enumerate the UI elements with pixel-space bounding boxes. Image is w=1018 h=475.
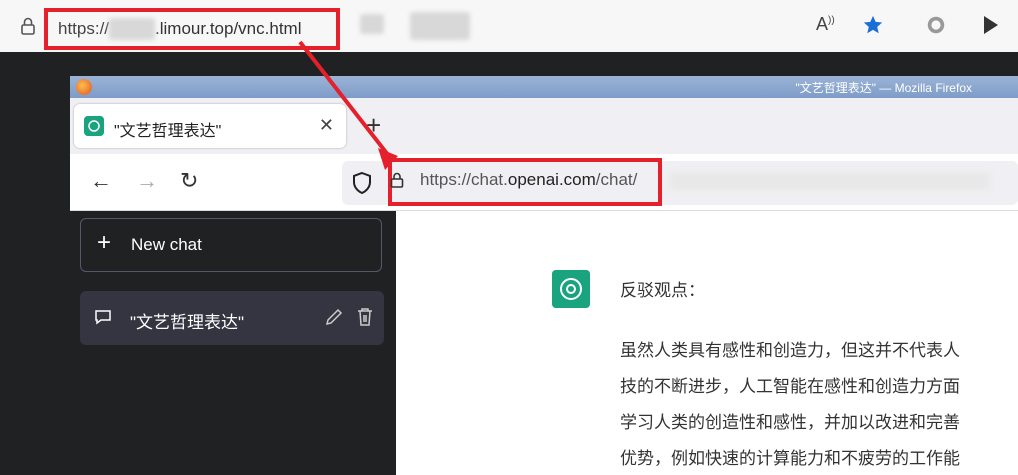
- outer-url-domain: .limour.top/vnc.html: [155, 19, 302, 38]
- chatgpt-logo-icon: [84, 116, 104, 136]
- read-aloud-icon[interactable]: A)): [816, 14, 835, 35]
- chatgpt-avatar-icon: [552, 270, 590, 308]
- message-line: 学习人类的创造性和感性，并加以改进和完善: [620, 413, 960, 432]
- redacted-blur: [410, 12, 470, 40]
- close-icon[interactable]: ✕: [319, 115, 334, 136]
- forward-button[interactable]: →: [136, 168, 158, 194]
- new-chat-button[interactable]: + New chat: [80, 218, 382, 272]
- inner-url-text: https://chat.openai.com/chat/: [420, 170, 637, 190]
- url-path: /chat/: [595, 170, 638, 189]
- shield-icon[interactable]: [350, 171, 374, 195]
- outer-address-bar[interactable]: https:// .limour.top/vnc.html: [44, 8, 340, 50]
- message-line: 反驳观点：: [620, 281, 705, 300]
- sidebar-item-chat[interactable]: "文艺哲理表达": [80, 291, 384, 345]
- chat-sidebar: + New chat "文艺哲理表达": [70, 211, 396, 475]
- outer-browser-toolbar: https:// .limour.top/vnc.html A)): [0, 0, 1018, 52]
- trash-icon[interactable]: [356, 307, 374, 327]
- tab-bar: "文艺哲理表达" ✕ +: [70, 98, 1018, 154]
- url-prefix: https://chat.: [420, 170, 508, 189]
- chat-bubble-icon: [95, 310, 111, 325]
- redacted-blur: [360, 14, 384, 34]
- favorite-star-icon[interactable]: [862, 14, 884, 36]
- firefox-titlebar: "文艺哲理表达" — Mozilla Firefox: [70, 76, 1018, 98]
- back-button[interactable]: ←: [90, 168, 112, 194]
- new-chat-label: New chat: [131, 235, 202, 254]
- firefox-window: "文艺哲理表达" — Mozilla Firefox "文艺哲理表达" ✕ + …: [70, 76, 1018, 475]
- reload-button[interactable]: ↻: [180, 168, 198, 194]
- new-tab-button[interactable]: +: [366, 110, 381, 141]
- edit-icon[interactable]: [324, 307, 344, 327]
- outer-url-prefix: https://: [58, 19, 110, 38]
- tab-title: "文艺哲理表达": [114, 123, 222, 140]
- lock-icon: [390, 172, 404, 188]
- url-domain: openai.com: [507, 170, 596, 189]
- tab-chat[interactable]: "文艺哲理表达" ✕: [74, 104, 346, 148]
- message-line: 优势，例如快速的计算能力和不疲劳的工作能: [620, 449, 960, 468]
- sidebar-item-label: "文艺哲理表达": [130, 313, 245, 332]
- message-line: 技的不断进步，人工智能在感性和创造力方面: [620, 377, 960, 396]
- play-icon[interactable]: [982, 14, 1000, 36]
- redacted-blur: [670, 172, 990, 190]
- firefox-logo-icon: [76, 79, 92, 95]
- lock-icon: [21, 17, 35, 35]
- window-title: "文艺哲理表达" — Mozilla Firefox: [795, 81, 972, 95]
- extension-icon[interactable]: [925, 14, 947, 36]
- plus-icon: +: [97, 229, 112, 256]
- message-line: 虽然人类具有感性和创造力，但这并不代表人: [620, 341, 960, 360]
- redacted-blur: [109, 18, 156, 40]
